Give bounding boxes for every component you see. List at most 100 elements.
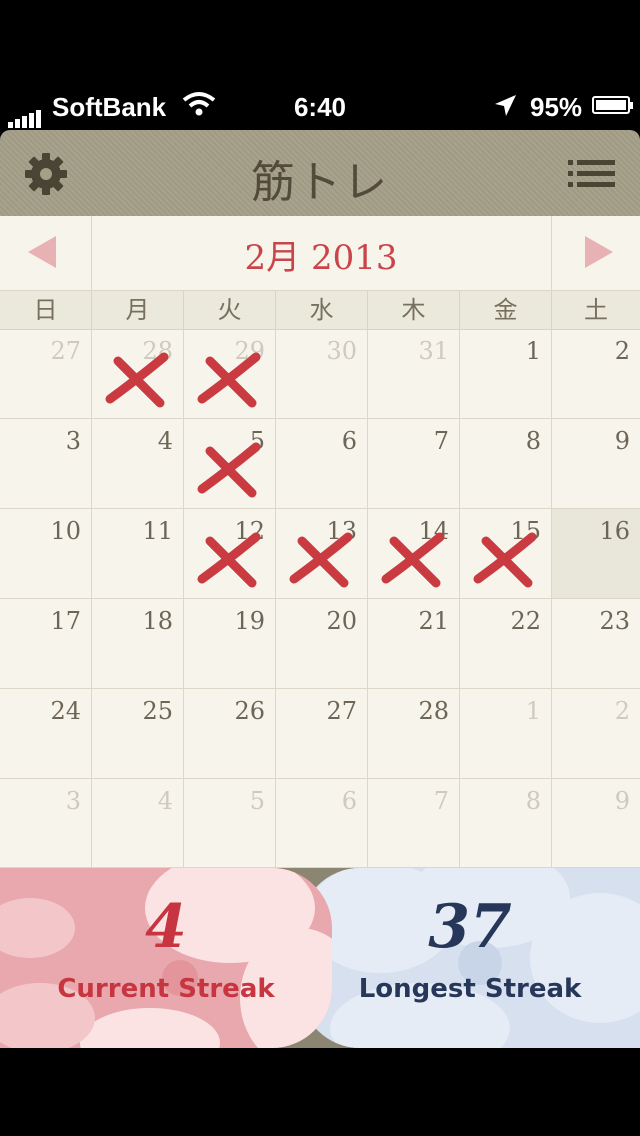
calendar-day[interactable]: 11 xyxy=(92,509,184,599)
month-header: 2月 2013 xyxy=(0,216,640,291)
day-number: 27 xyxy=(326,697,357,725)
calendar-day[interactable]: 23 xyxy=(552,599,640,689)
day-number: 9 xyxy=(614,787,630,815)
red-x-mark-icon xyxy=(197,442,261,498)
list-menu-icon[interactable] xyxy=(568,158,616,190)
calendar-day[interactable]: 3 xyxy=(0,419,92,509)
calendar-day[interactable]: 4 xyxy=(92,419,184,509)
longest-streak-card: 37 Longest Streak xyxy=(300,868,640,1048)
calendar-grid: 27 28 29 30 31 1 2 3 4 5 6 7 8 9 10 11 12 13 14 15 16 17 18 19 2… xyxy=(0,329,640,868)
day-number: 21 xyxy=(418,607,449,635)
red-x-mark-icon xyxy=(197,352,261,408)
calendar: 2月 2013 日 月 火 水 木 金 土 27 28 29 30 31 1 2 3 4 5 6 7 8… xyxy=(0,216,640,868)
calendar-day[interactable]: 7 xyxy=(368,419,460,509)
next-month-button[interactable] xyxy=(551,216,640,290)
day-number: 25 xyxy=(142,697,173,725)
day-number: 11 xyxy=(142,517,173,545)
calendar-day[interactable]: 28 xyxy=(368,689,460,779)
day-number: 9 xyxy=(614,427,630,455)
calendar-day[interactable]: 6 xyxy=(276,779,368,868)
day-number: 19 xyxy=(234,607,265,635)
day-number: 3 xyxy=(65,427,81,455)
calendar-day[interactable]: 1 xyxy=(460,329,552,419)
weekday-label: 月 xyxy=(92,291,184,329)
longest-streak-label: Longest Streak xyxy=(358,974,582,1004)
calendar-day[interactable]: 26 xyxy=(184,689,276,779)
calendar-day[interactable]: 2 xyxy=(552,329,640,419)
triangle-left-icon xyxy=(28,236,56,268)
weekday-header: 日 月 火 水 木 金 土 xyxy=(0,291,640,330)
calendar-day[interactable]: 31 xyxy=(368,329,460,419)
page-title: 筋トレ xyxy=(251,157,389,208)
day-number: 7 xyxy=(433,787,449,815)
current-streak-label: Current Streak xyxy=(57,974,275,1004)
day-number: 20 xyxy=(326,607,357,635)
day-number: 8 xyxy=(525,427,541,455)
calendar-day[interactable]: 5 xyxy=(184,779,276,868)
calendar-day[interactable]: 29 xyxy=(184,329,276,419)
calendar-day[interactable]: 24 xyxy=(0,689,92,779)
streak-panel: 37 Longest Streak 4 Current Streak xyxy=(0,868,640,1048)
day-number: 23 xyxy=(599,607,630,635)
calendar-day[interactable]: 9 xyxy=(552,779,640,868)
calendar-day[interactable]: 22 xyxy=(460,599,552,689)
day-number: 10 xyxy=(50,517,81,545)
calendar-day[interactable]: 8 xyxy=(460,419,552,509)
calendar-day[interactable]: 7 xyxy=(368,779,460,868)
weekday-label: 日 xyxy=(0,291,92,329)
day-number: 8 xyxy=(525,787,541,815)
battery-percent: 95% xyxy=(530,92,583,122)
calendar-day[interactable]: 2 xyxy=(552,689,640,779)
day-number: 2 xyxy=(614,697,630,725)
calendar-day[interactable]: 13 xyxy=(276,509,368,599)
day-number: 4 xyxy=(157,787,173,815)
weekday-label: 金 xyxy=(460,291,552,329)
weekday-label: 土 xyxy=(584,296,608,324)
calendar-day[interactable]: 21 xyxy=(368,599,460,689)
calendar-day[interactable]: 28 xyxy=(92,329,184,419)
location-arrow-icon xyxy=(492,93,518,126)
calendar-day[interactable]: 27 xyxy=(0,329,92,419)
calendar-day[interactable]: 9 xyxy=(552,419,640,509)
triangle-right-icon xyxy=(585,236,613,268)
battery-icon xyxy=(592,96,633,114)
red-x-mark-icon xyxy=(381,532,445,588)
calendar-day[interactable]: 19 xyxy=(184,599,276,689)
calendar-day[interactable]: 16 xyxy=(552,509,640,599)
calendar-day[interactable]: 27 xyxy=(276,689,368,779)
calendar-day[interactable]: 20 xyxy=(276,599,368,689)
day-number: 5 xyxy=(249,787,265,815)
day-number: 2 xyxy=(614,337,630,365)
calendar-day[interactable]: 3 xyxy=(0,779,92,868)
day-number: 16 xyxy=(599,517,630,545)
calendar-day[interactable]: 15 xyxy=(460,509,552,599)
calendar-day[interactable]: 25 xyxy=(92,689,184,779)
prev-month-button[interactable] xyxy=(0,216,92,290)
day-number: 7 xyxy=(433,427,449,455)
day-number: 1 xyxy=(525,697,541,725)
calendar-day[interactable]: 6 xyxy=(276,419,368,509)
weekday-label: 水 xyxy=(276,291,368,329)
day-number: 17 xyxy=(50,607,81,635)
day-number: 4 xyxy=(157,427,173,455)
current-streak-value: 4 xyxy=(145,892,187,962)
red-x-mark-icon xyxy=(105,352,169,408)
day-number: 26 xyxy=(234,697,265,725)
longest-streak-value: 37 xyxy=(428,892,512,962)
day-number: 6 xyxy=(341,427,357,455)
calendar-day[interactable]: 5 xyxy=(184,419,276,509)
calendar-day[interactable]: 18 xyxy=(92,599,184,689)
calendar-day[interactable]: 1 xyxy=(460,689,552,779)
calendar-day[interactable]: 12 xyxy=(184,509,276,599)
red-x-mark-icon xyxy=(473,532,537,588)
day-number: 18 xyxy=(142,607,173,635)
calendar-day[interactable]: 30 xyxy=(276,329,368,419)
weekday-label: 木 xyxy=(368,291,460,329)
calendar-day[interactable]: 4 xyxy=(92,779,184,868)
nav-bar: 筋トレ xyxy=(0,130,640,217)
calendar-day[interactable]: 8 xyxy=(460,779,552,868)
calendar-day[interactable]: 14 xyxy=(368,509,460,599)
calendar-day[interactable]: 10 xyxy=(0,509,92,599)
day-number: 31 xyxy=(418,337,449,365)
calendar-day[interactable]: 17 xyxy=(0,599,92,689)
